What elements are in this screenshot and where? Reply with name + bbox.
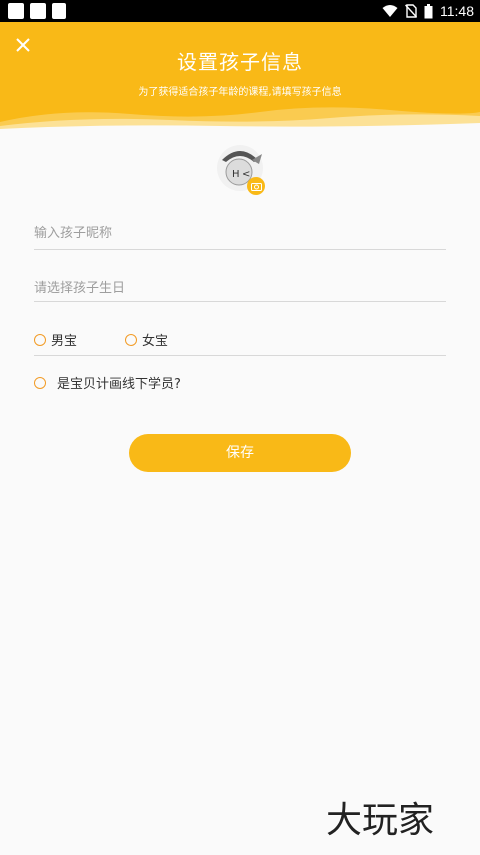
screen: 11:48 设置孩子信息 为了获得适合孩子年龄的课程,请填写孩子信息 H < 输… bbox=[0, 0, 480, 855]
svg-text:H: H bbox=[232, 169, 240, 180]
wifi-icon bbox=[382, 5, 398, 17]
gender-selector: 男宝 女宝 bbox=[34, 326, 446, 356]
avatar-button[interactable]: H < bbox=[214, 142, 268, 196]
battery-icon bbox=[424, 3, 433, 18]
no-sim-icon bbox=[405, 4, 417, 18]
clock-time: 11:48 bbox=[440, 3, 474, 19]
radio-circle-icon bbox=[34, 333, 46, 346]
watermark-logo: 大玩家 bbox=[326, 800, 435, 841]
camera-icon bbox=[250, 182, 262, 191]
notification-icon bbox=[52, 3, 66, 19]
page-title: 设置孩子信息 bbox=[177, 50, 303, 74]
camera-badge bbox=[247, 177, 265, 195]
header: 设置孩子信息 为了获得适合孩子年龄的课程,请填写孩子信息 bbox=[0, 22, 480, 130]
gender-label-boy: 男宝 bbox=[51, 334, 78, 349]
status-bar: 11:48 bbox=[0, 0, 480, 22]
header-wave bbox=[0, 107, 480, 130]
birthday-placeholder: 请选择孩子生日 bbox=[34, 281, 126, 296]
radio-circle-icon bbox=[125, 333, 137, 346]
offline-member-option[interactable]: 是宝贝计画线下学员? bbox=[34, 373, 181, 392]
offline-member-label: 是宝贝计画线下学员? bbox=[57, 377, 181, 392]
notification-icon bbox=[8, 3, 24, 19]
page-subtitle: 为了获得适合孩子年龄的课程,请填写孩子信息 bbox=[138, 87, 342, 98]
nickname-field-wrapper bbox=[34, 219, 446, 250]
nickname-input[interactable] bbox=[34, 219, 446, 247]
notification-icon bbox=[30, 3, 46, 19]
gender-label-girl: 女宝 bbox=[142, 334, 169, 349]
gender-option-boy[interactable]: 男宝 bbox=[34, 330, 77, 349]
gender-option-girl[interactable]: 女宝 bbox=[125, 330, 168, 349]
save-button[interactable]: 保存 bbox=[129, 434, 351, 472]
status-icons: 11:48 bbox=[382, 0, 474, 22]
radio-circle-icon bbox=[34, 376, 46, 389]
birthday-field[interactable]: 请选择孩子生日 bbox=[34, 271, 446, 302]
